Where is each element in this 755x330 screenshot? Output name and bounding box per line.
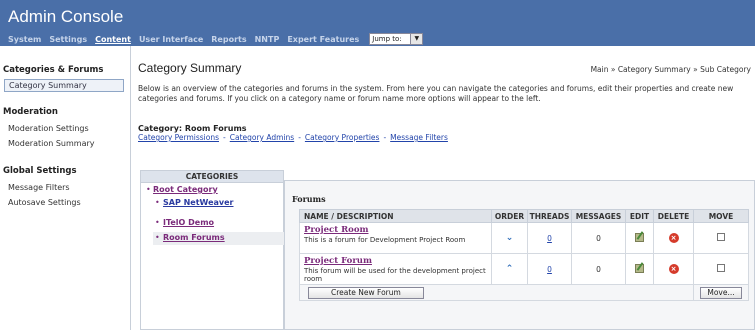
forums-table: NAME / DESCRIPTION ORDER THREADS MESSAGE… <box>299 209 749 301</box>
move-checkbox[interactable] <box>717 264 725 272</box>
tree-bullet-icon: • <box>146 185 151 194</box>
nav-expert-features[interactable]: Expert Features <box>287 35 359 44</box>
dropdown-arrow-icon[interactable]: ▼ <box>411 33 424 45</box>
chevron-up-icon[interactable]: ⌃ <box>506 264 514 274</box>
forum-name-cell: Project Forum This forum will be used fo… <box>299 253 492 285</box>
threads-cell: 0 <box>527 222 572 254</box>
edit-icon[interactable] <box>635 232 644 242</box>
sidebar-heading-categories: Categories & Forums <box>3 65 104 75</box>
chevron-down-icon[interactable]: ⌄ <box>506 233 514 243</box>
category-heading: Category: Room Forums <box>138 124 247 133</box>
jump-to-label: Jump to: <box>369 33 412 45</box>
app-title: Admin Console <box>8 7 124 26</box>
breadcrumb: Main » Category Summary » Sub Category <box>590 65 751 74</box>
edit-cell <box>625 222 654 254</box>
page-description: Below is an overview of the categories a… <box>138 84 734 103</box>
table-header-row: NAME / DESCRIPTION ORDER THREADS MESSAGE… <box>299 209 749 223</box>
forum-description: This is a forum for Development Project … <box>304 236 466 244</box>
threads-cell: 0 <box>527 253 572 285</box>
move-cell <box>693 253 749 285</box>
order-cell: ⌄ <box>491 222 528 254</box>
top-nav: System Settings Content User Interface R… <box>8 33 424 45</box>
table-row: Project Room This is a forum for Develop… <box>299 222 749 254</box>
tree-item-itelo-demo[interactable]: ITelO Demo <box>163 218 214 227</box>
header-bar: Admin Console System Settings Content Us… <box>0 0 755 46</box>
sidebar-heading-moderation: Moderation <box>3 107 58 117</box>
forum-name-cell: Project Room This is a forum for Develop… <box>299 222 492 254</box>
col-move: MOVE <box>693 209 749 223</box>
messages-cell: 0 <box>571 253 626 285</box>
categories-panel: CATEGORIES • Root Category • SAP NetWeav… <box>140 170 284 330</box>
threads-count-link[interactable]: 0 <box>547 234 552 243</box>
sidebar-heading-global-settings: Global Settings <box>3 166 77 176</box>
edit-cell <box>625 253 654 285</box>
forums-panel: Forums NAME / DESCRIPTION ORDER THREADS … <box>284 180 755 330</box>
edit-icon[interactable] <box>635 263 644 273</box>
nav-reports[interactable]: Reports <box>211 35 246 44</box>
category-links: Category Permissions - Category Admins - Cat… <box>138 133 448 142</box>
link-category-permissions[interactable]: Category Permissions <box>138 133 219 142</box>
delete-cell: × <box>653 222 694 254</box>
col-edit: EDIT <box>625 209 654 223</box>
sidebar-item-category-summary[interactable]: Category Summary <box>4 79 124 92</box>
threads-count-link[interactable]: 0 <box>547 265 552 274</box>
move-button[interactable]: Move... <box>700 286 742 299</box>
forum-name-link[interactable]: Project Forum <box>304 256 491 266</box>
categories-header: CATEGORIES <box>141 171 283 183</box>
table-row: Project Forum This forum will be used fo… <box>299 253 749 285</box>
tree-bullet-icon: • <box>155 218 160 227</box>
tree-item-room-forums[interactable]: Room Forums <box>163 233 225 242</box>
move-cell <box>693 222 749 254</box>
col-name-description: NAME / DESCRIPTION <box>299 209 492 223</box>
forum-name-link[interactable]: Project Room <box>304 225 491 235</box>
nav-settings[interactable]: Settings <box>49 35 87 44</box>
delete-cell: × <box>653 253 694 285</box>
delete-icon[interactable]: × <box>668 233 679 243</box>
move-checkbox[interactable] <box>717 233 725 241</box>
nav-nntp[interactable]: NNTP <box>255 35 280 44</box>
tree-bullet-icon: • <box>155 198 160 207</box>
nav-system[interactable]: System <box>8 35 41 44</box>
page-title: Category Summary <box>138 61 242 75</box>
table-actions-row: Create New Forum Move... <box>299 284 749 301</box>
link-category-properties[interactable]: Category Properties <box>305 133 380 142</box>
order-cell: ⌃ <box>491 253 528 285</box>
move-button-cell: Move... <box>693 284 749 301</box>
col-order: ORDER <box>491 209 528 223</box>
col-delete: DELETE <box>653 209 694 223</box>
sidebar-item-message-filters[interactable]: Message Filters <box>8 183 70 192</box>
messages-cell: 0 <box>571 222 626 254</box>
link-category-admins[interactable]: Category Admins <box>230 133 294 142</box>
col-threads: THREADS <box>527 209 572 223</box>
jump-to-select[interactable]: Jump to: ▼ <box>369 33 424 45</box>
forums-label: Forums <box>292 194 326 204</box>
nav-user-interface[interactable]: User Interface <box>139 35 203 44</box>
link-message-filters[interactable]: Message Filters <box>390 133 448 142</box>
sidebar-item-moderation-settings[interactable]: Moderation Settings <box>8 124 89 133</box>
create-cell: Create New Forum <box>299 284 694 301</box>
delete-icon[interactable]: × <box>668 264 679 274</box>
tree-item-root-category[interactable]: Root Category <box>153 185 218 194</box>
tree-bullet-icon: • <box>155 233 160 242</box>
col-messages: MESSAGES <box>571 209 626 223</box>
create-new-forum-button[interactable]: Create New Forum <box>308 286 424 299</box>
nav-content[interactable]: Content <box>95 35 131 44</box>
forum-description: This forum will be used for the developm… <box>304 267 486 283</box>
sidebar-item-moderation-summary[interactable]: Moderation Summary <box>8 139 95 148</box>
sidebar-item-autosave-settings[interactable]: Autosave Settings <box>8 198 81 207</box>
tree-item-sap-netweaver[interactable]: SAP NetWeaver <box>163 198 234 207</box>
sidebar: Categories & Forums Category Summary Mod… <box>0 46 131 330</box>
